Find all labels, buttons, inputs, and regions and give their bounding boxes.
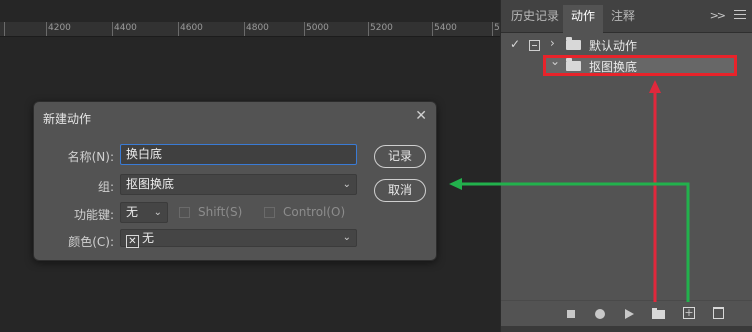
chevron-down-icon[interactable]: ⌄ [550, 54, 560, 68]
close-icon[interactable]: ✕ [415, 108, 427, 124]
trash-icon[interactable] [713, 307, 724, 319]
new-action-icon[interactable]: + [683, 307, 695, 319]
new-set-folder-icon[interactable] [652, 308, 665, 319]
panel-scrollbar[interactable] [501, 326, 752, 332]
action-set-row-default[interactable]: ✓ › 默认动作 [501, 35, 752, 55]
new-action-dialog: 新建动作 ✕ 名称(N): 换白底 组: 抠图换底 ⌄ 功能键: 无 ⌄ Shi… [33, 101, 437, 261]
chevron-down-icon: ⌄ [153, 207, 162, 218]
ruler-tick-label: 4200 [48, 23, 71, 33]
action-set-label: 抠图换底 [589, 60, 638, 74]
check-icon[interactable]: ✓ [510, 37, 520, 51]
panel-menu-icon[interactable] [734, 10, 746, 22]
ruler-tick-label: 4800 [246, 23, 269, 33]
control-checkbox[interactable] [264, 207, 275, 218]
play-icon[interactable] [625, 309, 634, 319]
dialog-toggle-icon[interactable] [529, 40, 540, 51]
shift-checkbox-label: Shift(S) [198, 205, 243, 219]
panel-expand-icon[interactable]: >> [710, 9, 727, 22]
action-set-label: 默认动作 [589, 39, 638, 53]
group-select[interactable]: 抠图换底 ⌄ [120, 174, 357, 195]
color-select-value: 无 [142, 231, 155, 245]
no-color-icon: ✕ [126, 235, 139, 248]
dialog-title: 新建动作 [43, 112, 92, 126]
function-key-value: 无 [126, 205, 139, 219]
ruler-tick-label: 5000 [306, 23, 329, 33]
panel-tabbar: 历史记录 动作 注释 >> [501, 0, 752, 33]
ruler-tick-label: 4400 [114, 23, 137, 33]
tab-history[interactable]: 历史记录 [503, 5, 567, 33]
cancel-button[interactable]: 取消 [374, 179, 426, 202]
panel-bottom-toolbar: + [501, 300, 752, 326]
chevron-down-icon: ⌄ [342, 179, 351, 190]
color-select[interactable]: ✕ 无 ⌄ [120, 229, 357, 248]
group-select-value: 抠图换底 [126, 177, 175, 191]
ruler-tick-label: 4600 [180, 23, 203, 33]
action-set-row-selected[interactable]: ⌄ 抠图换底 [501, 54, 752, 76]
tab-actions[interactable]: 动作 [563, 5, 604, 33]
function-key-label: 功能键: [73, 208, 114, 222]
record-button[interactable]: 记录 [374, 145, 426, 168]
name-input[interactable]: 换白底 [120, 144, 357, 165]
function-key-select[interactable]: 无 ⌄ [120, 202, 168, 223]
name-label: 名称(N): [67, 150, 114, 164]
color-label: 颜色(C): [68, 235, 114, 249]
folder-icon [566, 37, 581, 50]
green-arrowhead [449, 178, 462, 190]
tab-notes[interactable]: 注释 [603, 5, 643, 33]
ruler-tick-label: 5200 [370, 23, 393, 33]
chevron-right-icon[interactable]: › [550, 36, 555, 50]
ruler-tick-label: 5400 [434, 23, 457, 33]
group-label: 组: [97, 180, 114, 194]
chevron-down-icon: ⌄ [342, 232, 351, 243]
folder-icon [566, 58, 581, 71]
stop-icon[interactable] [567, 310, 575, 318]
control-checkbox-label: Control(O) [283, 205, 346, 219]
record-icon[interactable] [595, 309, 605, 319]
shift-checkbox[interactable] [179, 207, 190, 218]
actions-panel: 历史记录 动作 注释 >> ✓ › 默认动作 ⌄ 抠图换底 + [500, 0, 752, 332]
horizontal-ruler: 4200 4400 4600 4800 5000 5200 5400 5 [0, 22, 500, 37]
ruler-tick-label: 5 [494, 23, 500, 33]
